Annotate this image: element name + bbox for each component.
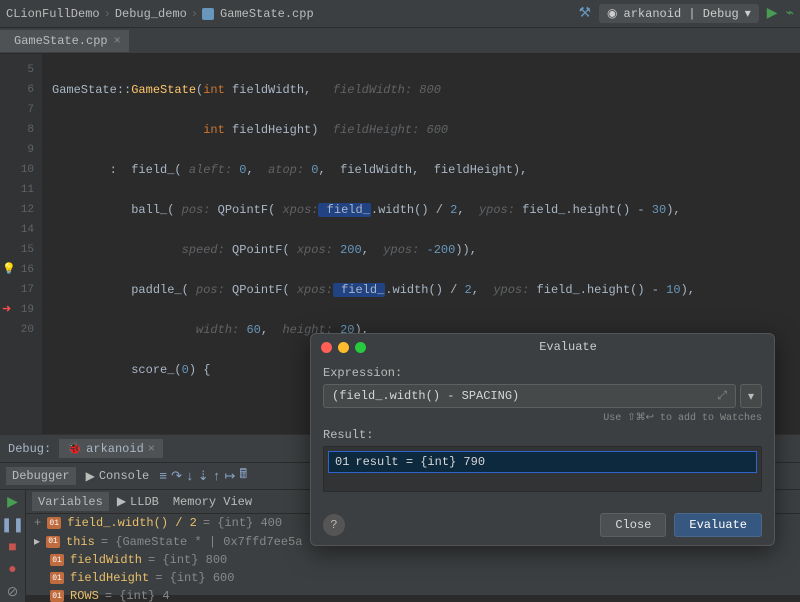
- cpp-file-icon: [202, 8, 214, 20]
- value-icon: 01: [50, 554, 64, 566]
- tab-debugger[interactable]: Debugger: [6, 467, 76, 485]
- bug-icon: 🐞: [67, 441, 82, 456]
- force-step-icon[interactable]: ⇣: [198, 469, 209, 484]
- variable-row[interactable]: 01fieldHeight= {int} 600: [26, 569, 800, 587]
- evaluate-hint: Use ⇧⌘↩ to add to Watches: [323, 412, 762, 424]
- pause-icon[interactable]: ❚❚: [1, 517, 24, 534]
- editor-tab-label: GameState.cpp: [14, 34, 108, 48]
- close-button[interactable]: Close: [600, 513, 666, 537]
- value-icon: 01: [335, 455, 349, 469]
- zoom-window-icon[interactable]: [355, 342, 366, 353]
- evaluate-icon[interactable]: 🖩: [239, 465, 247, 487]
- variable-row[interactable]: 01fieldWidth= {int} 800: [26, 551, 800, 569]
- result-box: 01 result = {int} 790: [323, 446, 762, 492]
- debug-title: Debug:: [8, 442, 51, 456]
- value-icon: 01: [47, 517, 61, 529]
- play-icon: ▶: [117, 494, 126, 509]
- expression-history-dropdown[interactable]: ▾: [740, 384, 762, 408]
- stop-icon[interactable]: ■: [8, 540, 16, 556]
- subtab-variables[interactable]: Variables: [32, 492, 109, 511]
- editor-tabbar: GameState.cpp ×: [0, 28, 800, 54]
- editor-tab[interactable]: GameState.cpp ×: [0, 30, 129, 52]
- breakpoint-arrow-icon[interactable]: ➜: [2, 300, 11, 320]
- close-window-icon[interactable]: [321, 342, 332, 353]
- step-over-icon[interactable]: ↷: [171, 469, 182, 484]
- window-controls: [321, 342, 366, 353]
- expression-input[interactable]: (field_.width() - SPACING) ⤢: [323, 384, 736, 408]
- run-icon[interactable]: ▶: [767, 5, 778, 22]
- run-config-selector[interactable]: ◉ arkanoid | Debug ▾: [599, 4, 759, 23]
- target-icon: ◉: [607, 6, 617, 21]
- minimize-window-icon[interactable]: [338, 342, 349, 353]
- breakpoints-icon[interactable]: ●: [8, 562, 16, 578]
- chevron-right-icon: ›: [191, 7, 198, 21]
- expression-label: Expression:: [323, 366, 762, 380]
- crumb-file[interactable]: GameState.cpp: [220, 7, 314, 21]
- chevron-right-icon: ›: [104, 7, 111, 21]
- result-row[interactable]: 01 result = {int} 790: [328, 451, 757, 473]
- crumb-folder[interactable]: Debug_demo: [115, 7, 187, 21]
- subtab-memory[interactable]: Memory View: [167, 492, 258, 511]
- value-icon: 01: [46, 536, 60, 548]
- threads-icon[interactable]: ≡: [159, 469, 167, 484]
- tab-console[interactable]: ▶Console: [80, 467, 156, 486]
- run-to-cursor-icon[interactable]: ↦: [225, 469, 236, 484]
- top-navbar: CLionFullDemo › Debug_demo › GameState.c…: [0, 0, 800, 28]
- mute-icon[interactable]: ⊘: [7, 584, 19, 601]
- expand-icon[interactable]: ⤢: [717, 389, 727, 403]
- resume-icon[interactable]: ▶: [7, 494, 18, 511]
- value-icon: 01: [50, 572, 64, 584]
- debug-icon[interactable]: ⌁: [786, 5, 794, 22]
- debug-side-controls: ▶ ❚❚ ■ ● ⊘: [0, 490, 26, 602]
- breadcrumb: CLionFullDemo › Debug_demo › GameState.c…: [6, 7, 314, 21]
- step-out-icon[interactable]: ↑: [213, 469, 221, 484]
- chevron-down-icon: ▾: [745, 6, 751, 21]
- play-icon: ▶: [86, 469, 95, 484]
- expand-icon[interactable]: ▸: [34, 534, 40, 549]
- plus-icon[interactable]: +: [34, 516, 41, 530]
- build-icon[interactable]: ⚒: [578, 5, 591, 22]
- bulb-icon[interactable]: 💡: [2, 260, 16, 280]
- evaluate-button[interactable]: Evaluate: [674, 513, 762, 537]
- result-label: Result:: [323, 428, 762, 442]
- run-config-label: arkanoid | Debug: [624, 7, 739, 21]
- close-icon[interactable]: ×: [148, 442, 155, 456]
- close-icon[interactable]: ×: [114, 34, 121, 48]
- evaluate-title: Evaluate: [372, 340, 764, 354]
- debug-session-tab[interactable]: 🐞 arkanoid ×: [59, 439, 163, 458]
- subtab-lldb[interactable]: ▶LLDB: [111, 492, 165, 511]
- help-icon[interactable]: ?: [323, 514, 345, 536]
- step-into-icon[interactable]: ↓: [186, 469, 194, 484]
- value-icon: 01: [50, 590, 64, 602]
- line-gutter: 567891011121415 💡16 17 ➜19 20: [0, 54, 42, 434]
- evaluate-dialog: Evaluate Expression: (field_.width() - S…: [310, 333, 775, 546]
- crumb-project[interactable]: CLionFullDemo: [6, 7, 100, 21]
